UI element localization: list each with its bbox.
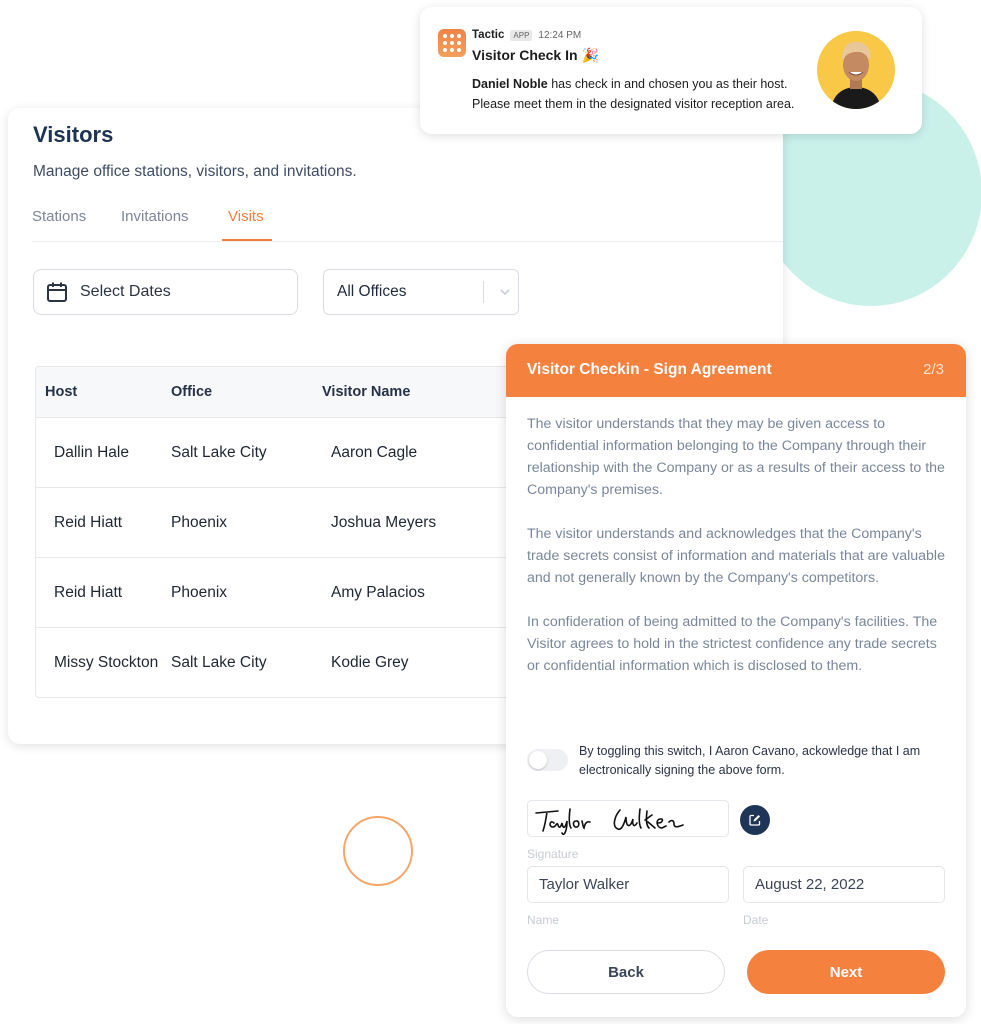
tab-stations[interactable]: Stations — [32, 208, 86, 225]
modal-title: Visitor Checkin - Sign Agreement — [527, 361, 772, 378]
table-row[interactable]: Reid Hiatt Phoenix Amy Palacios — [36, 558, 514, 628]
visitor-name: Daniel Noble — [472, 77, 548, 91]
sign-toggle-switch[interactable] — [527, 749, 568, 771]
select-separator — [483, 281, 484, 303]
handwritten-signature — [535, 808, 684, 836]
cell-host: Reid Hiatt — [54, 514, 123, 531]
office-select[interactable]: All Offices — [323, 269, 519, 315]
checkin-notification[interactable]: Tactic APP 12:24 PM Visitor Check In 🎉 D… — [420, 7, 922, 134]
column-header-host: Host — [45, 384, 78, 400]
cell-visitor-name: Kodie Grey — [331, 654, 409, 671]
notification-body-line2: Please meet them in the designated visit… — [472, 97, 795, 111]
tab-bar: Stations Invitations Visits — [32, 206, 783, 242]
table-row[interactable]: Reid Hiatt Phoenix Joshua Meyers — [36, 488, 514, 558]
date-label: Date — [743, 913, 769, 927]
agreement-text: The visitor understands that they may be… — [527, 413, 947, 699]
notification-time: 12:24 PM — [538, 29, 582, 41]
notification-title: Visitor Check In 🎉 — [472, 47, 599, 64]
back-button[interactable]: Back — [527, 950, 725, 994]
active-tab-indicator — [222, 239, 272, 241]
page-subtitle: Manage office stations, visitors, and in… — [33, 163, 357, 180]
date-field[interactable]: August 22, 2022 — [743, 866, 945, 903]
app-badge: APP — [510, 29, 533, 41]
calendar-icon — [47, 282, 67, 302]
office-select-value: All Offices — [337, 283, 407, 300]
cell-visitor-name: Aaron Cagle — [331, 444, 418, 461]
cell-host: Dallin Hale — [54, 444, 129, 461]
chevron-down-icon — [492, 288, 518, 296]
app-name: Tactic — [472, 29, 505, 41]
edit-icon — [749, 814, 761, 826]
cell-host: Reid Hiatt — [54, 584, 123, 601]
cell-visitor-name: Amy Palacios — [331, 584, 425, 601]
table-header: Host Office Visitor Name — [36, 367, 514, 418]
cell-office: Salt Lake City — [171, 444, 267, 461]
table-row[interactable]: Missy Stockton Salt Lake City Kodie Grey — [36, 628, 514, 697]
modal-header: Visitor Checkin - Sign Agreement 2/3 — [506, 344, 966, 397]
avatar — [817, 31, 895, 109]
cell-office: Salt Lake City — [171, 654, 267, 671]
agreement-paragraph: The visitor understands and acknowledges… — [527, 526, 945, 586]
notification-meta: Tactic APP 12:24 PM — [472, 29, 581, 41]
toggle-label: By toggling this switch, I Aaron Cavano,… — [579, 744, 921, 777]
name-label: Name — [527, 913, 560, 927]
tactic-app-icon — [438, 29, 466, 57]
cell-office: Phoenix — [171, 514, 228, 531]
agreement-paragraph: In confideration of being admitted to th… — [527, 614, 938, 674]
step-indicator: 2/3 — [923, 361, 944, 378]
visitor-checkin-modal: Visitor Checkin - Sign Agreement 2/3 The… — [506, 344, 966, 1017]
notification-title-text: Visitor Check In — [472, 47, 578, 63]
tab-invitations[interactable]: Invitations — [121, 208, 189, 225]
select-dates-button[interactable]: Select Dates — [33, 269, 298, 315]
edit-signature-button[interactable] — [740, 805, 770, 835]
signature-field[interactable] — [527, 800, 729, 837]
visits-table: Host Office Visitor Name Dallin Hale Sal… — [35, 366, 515, 698]
party-popper-icon: 🎉 — [581, 47, 599, 63]
name-field[interactable]: Taylor Walker — [527, 866, 729, 903]
next-button[interactable]: Next — [747, 950, 945, 994]
cell-office: Phoenix — [171, 584, 228, 601]
signature-label: Signature — [527, 847, 579, 861]
cell-host: Missy Stockton — [54, 654, 159, 671]
column-header-office: Office — [171, 384, 213, 400]
decorative-orange-ring — [343, 816, 413, 886]
column-header-visitor-name: Visitor Name — [322, 384, 411, 400]
cell-visitor-name: Joshua Meyers — [331, 514, 437, 531]
table-row[interactable]: Dallin Hale Salt Lake City Aaron Cagle — [36, 418, 514, 488]
notification-body: Daniel Noble has check in and chosen you… — [472, 74, 794, 114]
agreement-paragraph: The visitor understands that they may be… — [527, 416, 945, 498]
tab-visits[interactable]: Visits — [228, 208, 264, 225]
toggle-knob — [529, 751, 547, 769]
page-title: Visitors — [33, 122, 114, 147]
select-dates-label: Select Dates — [80, 283, 171, 300]
notification-body-line1: has check in and chosen you as their hos… — [547, 77, 788, 91]
